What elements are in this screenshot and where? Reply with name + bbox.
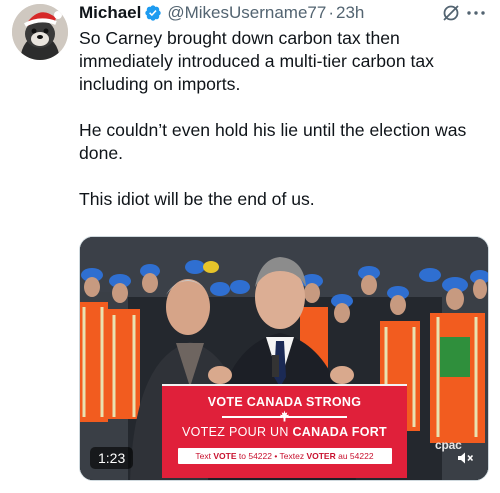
video-player[interactable]: VOTE CANADA STRONG VOTEZ POUR UN CANADA … [79,236,489,481]
verified-badge-icon [144,4,162,22]
author-name[interactable]: Michael [79,2,141,24]
speaker-muted-icon[interactable] [457,451,474,465]
avatar-dog-image [12,4,68,60]
maple-leaf-icon [279,410,290,422]
tweet-header: Michael @MikesUsername77 · 23h [79,2,364,24]
cpac-watermark: cpac [435,438,462,452]
tweet-paragraph: So Carney brought down carbon tax then i… [79,28,434,94]
tweet-text: So Carney brought down carbon tax then i… [79,27,494,234]
tweet-paragraph: He couldn’t even hold his lie until the … [79,120,467,163]
video-duration-badge: 1:23 [90,447,134,469]
more-icon[interactable] [465,4,487,22]
grok-icon[interactable] [441,3,461,23]
avatar[interactable] [12,4,68,60]
podium-slogan-english: VOTE CANADA STRONG [207,395,362,409]
sms-banner: Text VOTE to 54222 • Textez VOTER au 542… [177,448,392,464]
maple-leaf-divider [162,410,407,424]
tweet[interactable]: Michael @MikesUsername77 · 23h So Carney… [0,0,500,493]
timestamp[interactable]: 23h [336,2,364,24]
podium-slogan-french: VOTEZ POUR UN CANADA FORT [182,425,387,439]
separator-dot: · [328,3,335,22]
author-handle[interactable]: @MikesUsername77 [167,2,326,24]
tweet-paragraph: This idiot will be the end of us. [79,189,315,209]
podium-sign: VOTE CANADA STRONG VOTEZ POUR UN CANADA … [162,384,407,478]
